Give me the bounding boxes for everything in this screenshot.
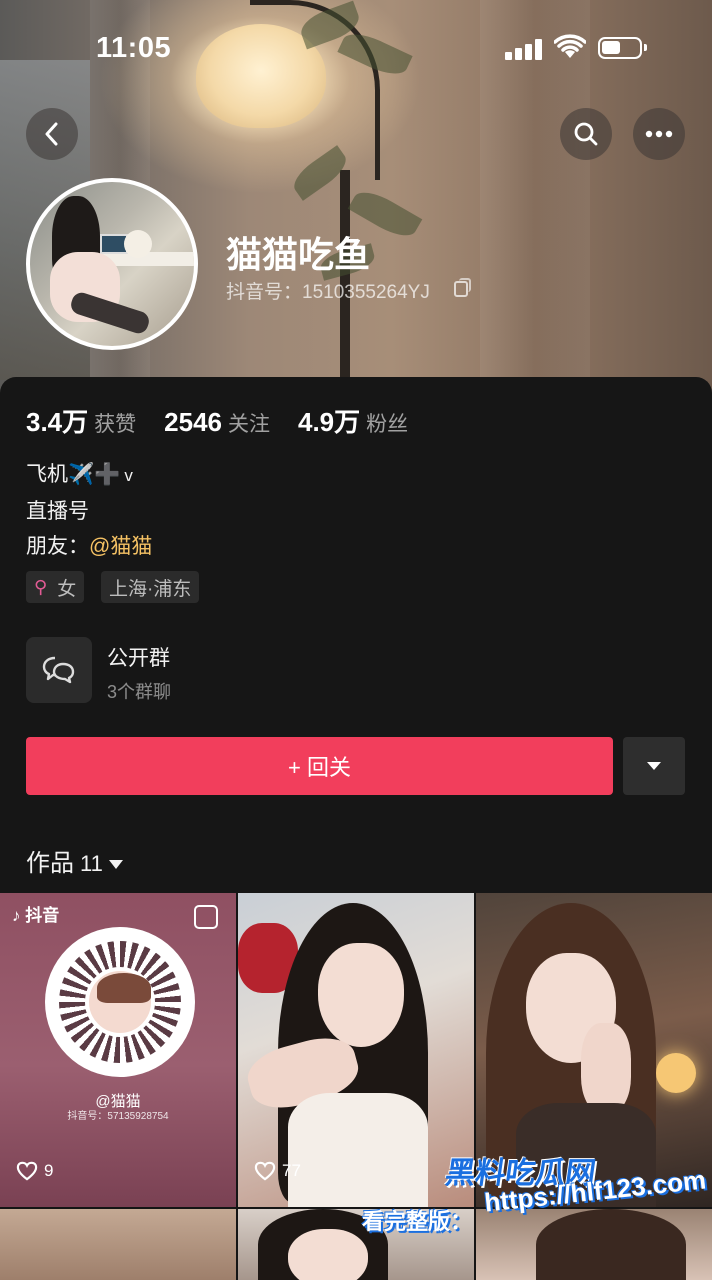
signal-icon (505, 38, 545, 60)
stat-followers[interactable]: 4.9万 粉丝 (298, 402, 408, 439)
heart-icon (16, 1161, 38, 1181)
plus-icon: ➕ (94, 463, 121, 486)
stat-value: 4.9万 (298, 407, 361, 437)
face (288, 1229, 368, 1280)
douyin-logo: ♪ 抖音 (12, 906, 60, 925)
works-label: 作品 (26, 850, 74, 877)
stat-likes[interactable]: 3.4万 获赞 (26, 402, 136, 439)
wifi-icon (554, 34, 586, 58)
face (318, 943, 404, 1047)
like-number: 9 (44, 1161, 54, 1180)
status-time: 11:05 (96, 32, 172, 64)
bio-friend-label: 朋友： (26, 535, 89, 558)
more-options-dropdown-button[interactable] (623, 737, 685, 795)
back-icon (45, 122, 58, 146)
stats-row: 3.4万 获赞 2546 关注 4.9万 粉丝 (26, 402, 436, 439)
airplane-icon: ✈️ (68, 463, 95, 486)
caret-down-icon (108, 860, 123, 870)
follow-back-button[interactable]: + 回关 (26, 737, 613, 795)
stat-value: 2546 (164, 407, 222, 437)
battery-icon (598, 37, 647, 59)
copy-icon[interactable] (454, 278, 471, 297)
avatar[interactable] (26, 178, 198, 350)
hair (536, 1209, 686, 1280)
qr-id: 抖音号：57135928754 (67, 1111, 169, 1122)
status-bar: 11:05 (0, 0, 712, 100)
more-icon (645, 130, 673, 138)
group-title[interactable]: 公开群 (107, 642, 170, 672)
group-chat-button[interactable] (26, 637, 92, 703)
more-button[interactable] (633, 108, 685, 160)
like-count: 77 (254, 1161, 301, 1181)
stat-value: 3.4万 (26, 407, 89, 437)
friend-mention-link[interactable]: @猫猫 (89, 535, 152, 558)
bio-suffix: v (124, 466, 133, 485)
lantern (656, 1053, 696, 1093)
female-icon: ⚲ (34, 576, 48, 597)
pinned-icon (194, 905, 218, 929)
back-button[interactable] (26, 108, 78, 160)
search-icon (574, 122, 598, 146)
works-tab[interactable]: 作品 11 (26, 843, 123, 878)
like-number: 77 (282, 1161, 301, 1180)
qr-code (45, 927, 195, 1077)
douyin-id: 抖音号：1510355264YJ (226, 282, 430, 303)
gender-label: 女 (57, 578, 77, 600)
stat-following[interactable]: 2546 关注 (164, 407, 270, 438)
bio-line-2: 直播号 (26, 500, 89, 523)
group-subtitle: 3个群聊 (107, 682, 172, 702)
bio-line-3: 朋友：@猫猫 (26, 530, 152, 560)
video-thumbnail-6[interactable] (476, 1209, 712, 1280)
like-count: 9 (16, 1161, 53, 1181)
video-thumbnail-4[interactable] (0, 1209, 236, 1280)
search-button[interactable] (560, 108, 612, 160)
top (288, 1093, 428, 1207)
heart-icon (254, 1161, 276, 1181)
triangle-down-icon (647, 762, 661, 770)
location-tag: 上海·浦东 (101, 571, 200, 603)
hand (581, 1023, 631, 1113)
profile-name: 猫猫吃鱼 (226, 234, 371, 275)
bio-line-1: 飞机✈️➕ v (26, 458, 133, 488)
gender-tag: ⚲ 女 (26, 571, 85, 603)
video-thumbnail-1[interactable]: ♪ 抖音 @猫猫 抖音号：57135928754 9 (0, 893, 236, 1207)
profile-card (0, 377, 712, 897)
stat-label: 获赞 (94, 413, 137, 436)
works-count: 11 (80, 851, 103, 876)
group-chat-icon (42, 656, 75, 684)
watermark-prefix: 看完整版： (362, 1209, 473, 1234)
stat-label: 关注 (228, 413, 270, 436)
bio-text: 飞机 (26, 463, 68, 486)
stat-label: 粉丝 (366, 413, 409, 436)
video-thumbnail-2[interactable]: 77 (238, 893, 474, 1207)
